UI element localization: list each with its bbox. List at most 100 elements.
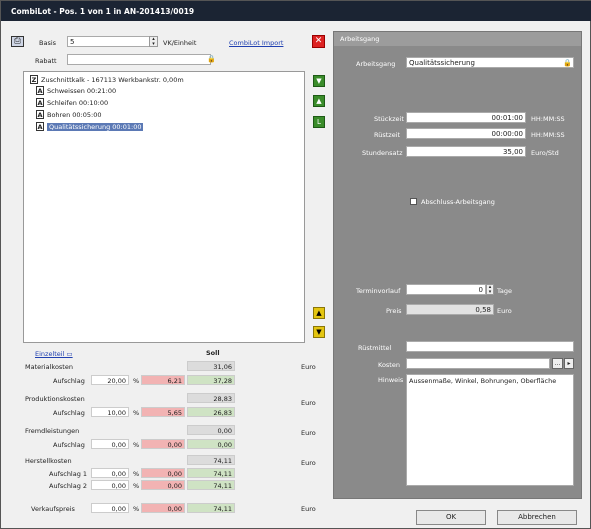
arrow-up-icon[interactable]: ▲: [313, 307, 325, 319]
aufschlag-percent-input[interactable]: 10,00: [91, 407, 129, 417]
lock-icon[interactable]: 🔒: [563, 59, 572, 67]
ruestzeit-label: Rüstzeit: [374, 131, 401, 139]
abschluss-label[interactable]: Abschluss-Arbeitsgang: [421, 198, 495, 206]
basis-input[interactable]: 5: [67, 36, 153, 47]
panel-header: Arbeitsgang: [334, 32, 581, 46]
verkaufspreis-percent-input[interactable]: 0,00: [91, 503, 129, 513]
a-icon: A: [36, 122, 44, 131]
basis-label: Basis: [39, 39, 57, 47]
ruestzeit-input[interactable]: 00:00:00: [406, 128, 526, 139]
verkaufspreis-soll: 74,11: [187, 503, 235, 513]
euro-label: Euro: [301, 429, 316, 437]
kosten-input[interactable]: [406, 358, 550, 369]
a-icon: A: [36, 86, 44, 95]
ruestmittel-input[interactable]: [406, 341, 574, 352]
move-down-icon[interactable]: ▼: [313, 75, 325, 87]
worksteps-tree[interactable]: Z Zuschnittkalk - 167113 Werkbankstr. 0,0…: [23, 71, 305, 343]
herstellkosten-soll: 74,11: [187, 455, 235, 465]
unit-label: VK/Einheit: [163, 39, 197, 47]
ok-button[interactable]: OK: [416, 510, 486, 525]
terminvorlauf-label: Terminvorlauf: [356, 287, 401, 295]
produktionskosten-soll: 28,83: [187, 393, 235, 403]
rabatt-input[interactable]: [67, 54, 211, 65]
aufschlag1-percent-input[interactable]: 0,00: [91, 468, 129, 478]
aufschlag-amount: 0,00: [141, 439, 185, 449]
move-up-icon[interactable]: ▲: [313, 95, 325, 107]
stueckzeit-input[interactable]: 00:01:00: [406, 112, 526, 123]
aufschlag-percent-input[interactable]: 0,00: [91, 439, 129, 449]
ruestzeit-unit: HH:MM:SS: [531, 131, 565, 139]
tree-node-selected[interactable]: A Qualitätssicherung 00:01:00: [36, 122, 144, 131]
preis-label: Preis: [386, 307, 402, 315]
combilot-window: CombiLot - Pos. 1 von 1 in AN-201413/001…: [0, 0, 591, 529]
arrow-down-icon[interactable]: ▼: [313, 326, 325, 338]
einzelteil-link[interactable]: Einzelteil ▭: [35, 350, 73, 358]
stueckzeit-label: Stückzeit: [374, 115, 404, 123]
tree-node-label: Schleifen 00:10:00: [47, 98, 109, 107]
tree-node-label: Zuschnittkalk - 167113 Werkbankstr. 0,00…: [41, 75, 184, 84]
percent-label: %: [133, 505, 140, 513]
materialkosten-soll: 31,06: [187, 361, 235, 371]
euro-label: Euro: [301, 505, 316, 513]
abschluss-checkbox[interactable]: [410, 198, 417, 205]
dropdown-arrow-button[interactable]: ▸: [564, 358, 574, 369]
aufschlag2-amount: 0,00: [141, 480, 185, 490]
aufschlag-soll: 37,28: [187, 375, 235, 385]
preis-unit: Euro: [497, 307, 512, 315]
aufschlag-label: Aufschlag: [53, 441, 85, 449]
tree-node[interactable]: Z Zuschnittkalk - 167113 Werkbankstr. 0,0…: [30, 75, 184, 84]
materialkosten-label: Materialkosten: [25, 363, 73, 371]
tree-node[interactable]: A Schleifen 00:10:00: [36, 98, 108, 107]
euro-label: Euro: [301, 399, 316, 407]
arbeitsgang-label: Arbeitsgang: [356, 60, 396, 68]
arbeitsgang-panel: Arbeitsgang Arbeitsgang Qualitätssicheru…: [333, 31, 582, 499]
printer-icon[interactable]: ⎙: [11, 36, 24, 47]
aufschlag-label: Aufschlag: [53, 377, 85, 385]
percent-label: %: [133, 470, 140, 478]
tree-node-label: Qualitätssicherung 00:01:00: [47, 122, 144, 131]
aufschlag2-label: Aufschlag 2: [49, 482, 88, 490]
terminvorlauf-spinner[interactable]: ▴ ▾: [486, 284, 494, 295]
ellipsis-button[interactable]: …: [552, 358, 563, 369]
aufschlag-amount: 6,21: [141, 375, 185, 385]
ruestmittel-label: Rüstmittel: [358, 344, 392, 352]
basis-spinner[interactable]: ▴ ▾: [149, 36, 158, 47]
verkaufspreis-amount: 0,00: [141, 503, 185, 513]
tree-node-label: Bohren 00:05:00: [47, 110, 102, 119]
euro-label: Euro: [301, 363, 316, 371]
stundensatz-label: Stundensatz: [362, 149, 403, 157]
tree-node[interactable]: A Schweissen 00:21:00: [36, 86, 116, 95]
kosten-label: Kosten: [378, 361, 400, 369]
stundensatz-unit: Euro/Std: [531, 149, 559, 157]
aufschlag-amount: 5,65: [141, 407, 185, 417]
terminvorlauf-input[interactable]: 0: [406, 284, 486, 295]
aufschlag-percent-input[interactable]: 20,00: [91, 375, 129, 385]
percent-label: %: [133, 441, 140, 449]
cancel-button[interactable]: Abbrechen: [497, 510, 577, 525]
indent-icon[interactable]: L: [313, 116, 325, 128]
a-icon: A: [36, 98, 44, 107]
hinweis-textarea[interactable]: Aussenmaße, Winkel, Bohrungen, Oberfläch…: [406, 374, 574, 486]
soll-header: Soll: [206, 349, 220, 357]
a-icon: A: [36, 110, 44, 119]
stundensatz-input[interactable]: 35,00: [406, 146, 526, 157]
euro-label: Euro: [301, 459, 316, 467]
percent-label: %: [133, 377, 140, 385]
aufschlag2-percent-input[interactable]: 0,00: [91, 480, 129, 490]
fremdleistungen-soll: 0,00: [187, 425, 235, 435]
arbeitsgang-select[interactable]: Qualitätssicherung: [406, 57, 574, 68]
produktionskosten-label: Produktionskosten: [25, 395, 85, 403]
rabatt-lock-icon[interactable]: 🔒: [207, 55, 216, 64]
tree-node[interactable]: A Bohren 00:05:00: [36, 110, 101, 119]
aufschlag-soll: 0,00: [187, 439, 235, 449]
aufschlag1-soll: 74,11: [187, 468, 235, 478]
delete-button[interactable]: ✕: [312, 35, 325, 48]
fremdleistungen-label: Fremdleistungen: [25, 427, 80, 435]
tree-node-label: Schweissen 00:21:00: [47, 86, 117, 95]
aufschlag-soll: 26,83: [187, 407, 235, 417]
herstellkosten-label: Herstellkosten: [25, 457, 72, 465]
percent-label: %: [133, 482, 140, 490]
combilot-import-link[interactable]: CombiLot Import: [229, 39, 283, 47]
z-icon: Z: [30, 75, 38, 84]
terminvorlauf-unit: Tage: [497, 287, 513, 295]
